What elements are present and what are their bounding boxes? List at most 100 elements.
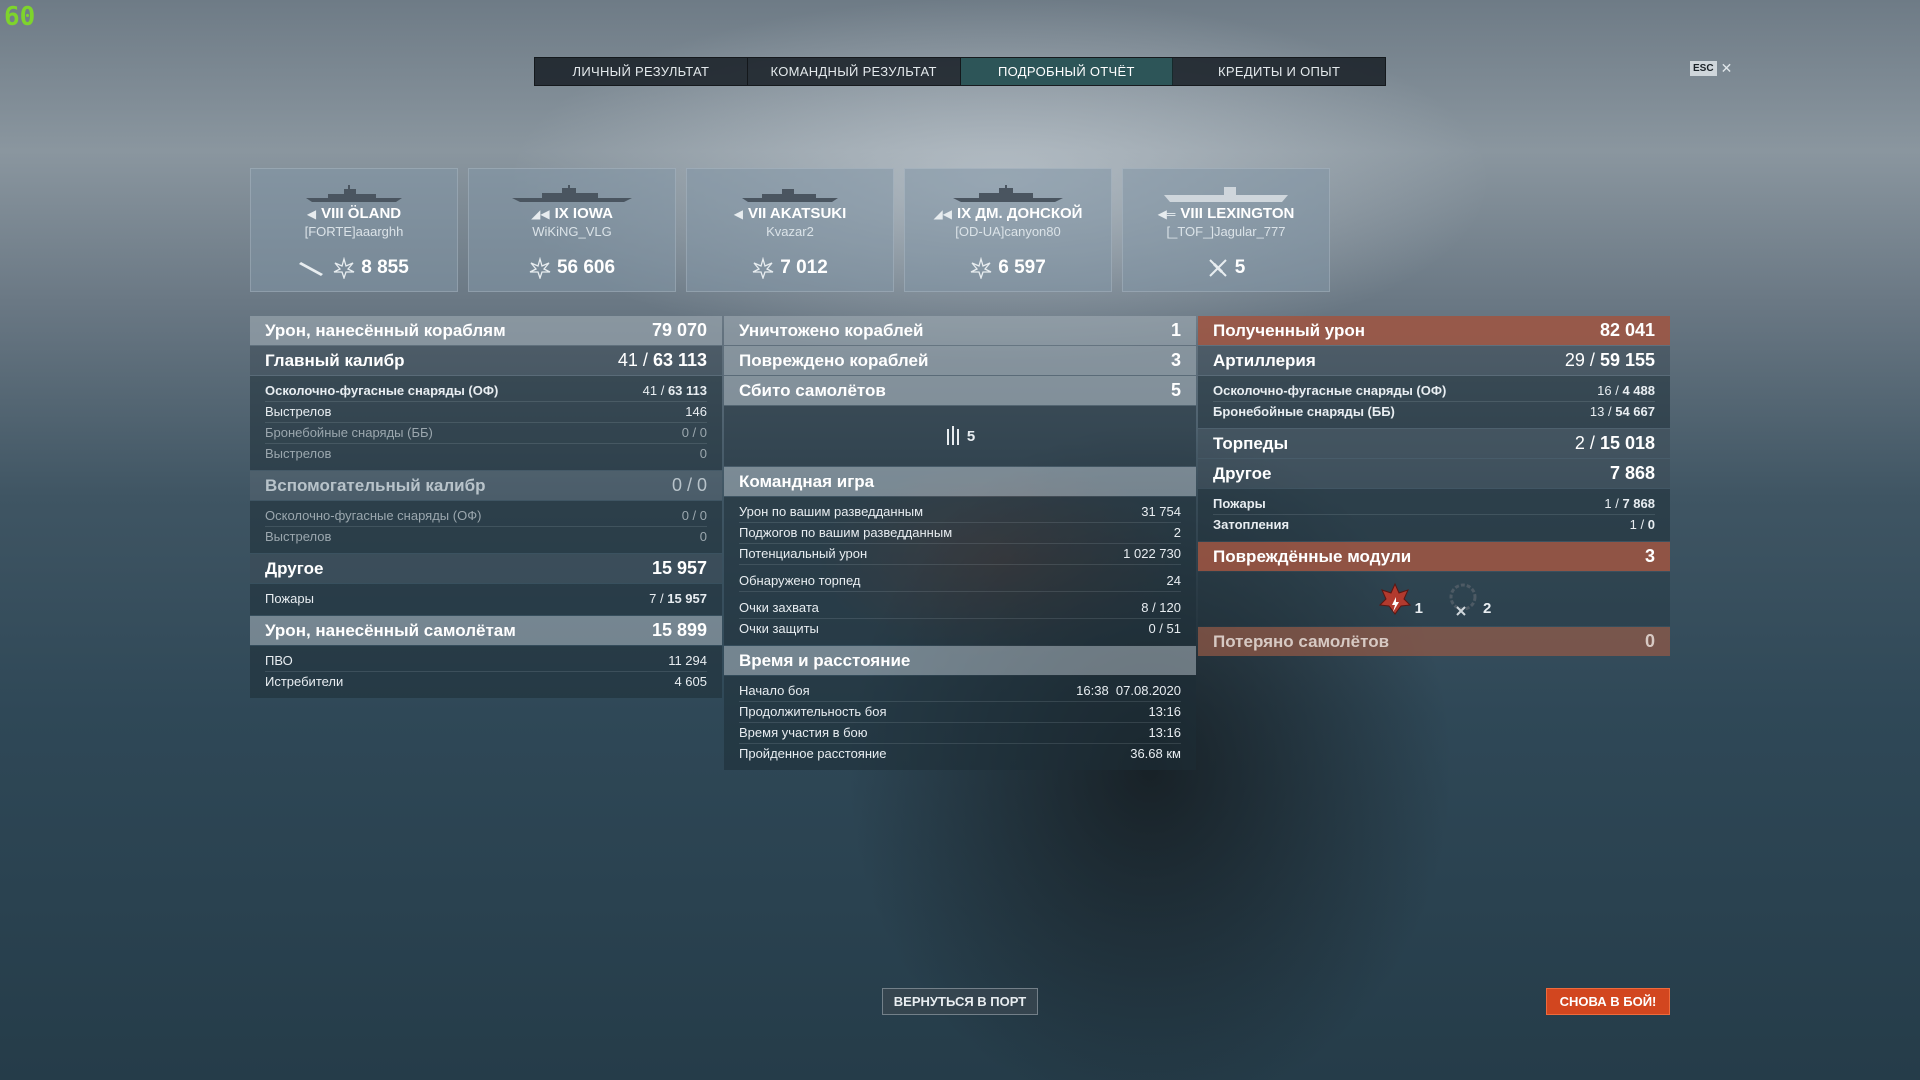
stat-row: ПВО 11 294 bbox=[265, 651, 707, 672]
ship-silhouette-icon bbox=[742, 189, 838, 202]
stat-row: Поджогов по вашим разведданным 2 bbox=[739, 523, 1181, 544]
ship-name: IX IOWA bbox=[554, 205, 613, 222]
ship-card[interactable]: ◢◀ IX ДМ. ДОНСКОЙ [OD-UA]canyon80 6 597 bbox=[904, 168, 1112, 292]
module-destroyed-icon bbox=[1449, 583, 1477, 616]
stat-row: Истребители 4 605 bbox=[265, 674, 707, 689]
stat-row: Начало боя 16:38 07.08.2020 bbox=[739, 681, 1181, 702]
team-play-details: Урон по вашим разведданным 31 754 Поджого… bbox=[724, 497, 1196, 645]
damage-dealt-panel: Урон, нанесённый кораблям 79 070 Главный … bbox=[250, 316, 722, 699]
damage-to-planes-details: ПВО 11 294 Истребители 4 605 bbox=[250, 646, 722, 698]
tab-credits-xp[interactable]: КРЕДИТЫ И ОПЫТ bbox=[1173, 58, 1385, 85]
damage-explosion-icon bbox=[529, 257, 551, 279]
module-item: 1 bbox=[1377, 581, 1423, 617]
ship-silhouette-icon bbox=[306, 185, 402, 202]
ship-name: VIII ÖLAND bbox=[321, 205, 402, 222]
stat-row: Очки захвата 8 / 120 bbox=[739, 598, 1181, 619]
damage-explosion-icon bbox=[752, 257, 774, 279]
ship-silhouette-icon bbox=[512, 185, 632, 202]
close-button[interactable]: ESC ✕ bbox=[1690, 60, 1732, 77]
damage-received-header: Полученный урон 82 041 bbox=[1198, 316, 1670, 345]
player-name: [FORTE]aaarghh bbox=[304, 224, 404, 239]
ship-silhouette-icon bbox=[953, 185, 1063, 202]
ship-name: IX ДМ. ДОНСКОЙ bbox=[956, 205, 1083, 222]
torpedo-icon bbox=[299, 262, 324, 276]
stat-row: Потенциальный урон 1 022 730 bbox=[739, 544, 1181, 565]
tab-personal-result[interactable]: ЛИЧНЫЙ РЕЗУЛЬТАТ bbox=[535, 58, 748, 85]
ship-planes-value: 5 bbox=[1234, 257, 1246, 278]
battleship-class-icon: ◢◀ bbox=[531, 206, 550, 221]
ship-name: VII AKATSUKI bbox=[747, 205, 847, 222]
battle-summary-panel: Уничтожено кораблей 1 Повреждено кораблей… bbox=[724, 316, 1196, 771]
ship-damage-value: 7 012 bbox=[780, 257, 828, 278]
ship-card[interactable]: ◢◀ IX IOWA WiKiNG_VLG 56 606 bbox=[468, 168, 676, 292]
other-received-details: Пожары 1 / 7 868 Затопления 1 / 0 bbox=[1198, 489, 1670, 541]
stat-row: Пройденное расстояние 36.68 км bbox=[739, 746, 1181, 761]
planes-lost-header: Потеряно самолётов 0 bbox=[1198, 627, 1670, 656]
time-distance-header: Время и расстояние bbox=[724, 646, 1196, 675]
ship-damage-value: 8 855 bbox=[361, 257, 409, 278]
planes-shot-down-header: Сбито самолётов 5 bbox=[724, 376, 1196, 405]
tab-detailed-report[interactable]: ПОДРОБНЫЙ ОТЧЁТ bbox=[960, 58, 1174, 85]
module-item: 2 bbox=[1445, 581, 1491, 617]
stat-row: Пожары 7 / 15 957 bbox=[265, 591, 707, 606]
close-icon: ✕ bbox=[1720, 60, 1733, 76]
result-tabs: ЛИЧНЫЙ РЕЗУЛЬТАТ КОМАНДНЫЙ РЕЗУЛЬТАТ ПОД… bbox=[534, 57, 1386, 86]
secondary-battery-header: Вспомогательный калибр 0 / 0 bbox=[250, 471, 722, 500]
artillery-details: Осколочно-фугасные снаряды (ОФ) 16 / 4 48… bbox=[1198, 376, 1670, 428]
stat-row: Обнаружено торпед 24 bbox=[739, 571, 1181, 592]
stat-row: Затопления 1 / 0 bbox=[1213, 517, 1655, 532]
damage-received-panel: Полученный урон 82 041 Артиллерия 29 / 59 … bbox=[1198, 316, 1670, 657]
stat-row: Продолжительность боя 13:16 bbox=[739, 702, 1181, 723]
main-battery-details: Осколочно-фугасные снаряды (ОФ) 41 / 63 1… bbox=[250, 376, 722, 470]
damage-explosion-icon bbox=[970, 257, 992, 279]
stat-row: Осколочно-фугасные снаряды (ОФ) 0 / 0 bbox=[265, 506, 707, 527]
player-name: [_TOF_]Jagular_777 bbox=[1166, 224, 1286, 239]
stat-row: Осколочно-фугасные снаряды (ОФ) 41 / 63 1… bbox=[265, 381, 707, 402]
player-name: [OD-UA]canyon80 bbox=[955, 224, 1061, 239]
ship-name: VIII LEXINGTON bbox=[1180, 205, 1295, 222]
main-battery-header: Главный калибр 41 / 63 113 bbox=[250, 346, 722, 375]
damaged-modules-icons: 1 2 bbox=[1198, 572, 1670, 626]
ship-card[interactable]: ◀ VII AKATSUKI Kvazar2 7 012 bbox=[686, 168, 894, 292]
return-to-port-button[interactable]: ВЕРНУТЬСЯ В ПОРТ bbox=[882, 988, 1038, 1015]
cruiser-class-icon: ◢◀ bbox=[933, 206, 952, 221]
stat-row: Урон по вашим разведданным 31 754 bbox=[739, 502, 1181, 523]
damage-to-ships-header: Урон, нанесённый кораблям 79 070 bbox=[250, 316, 722, 345]
ships-damaged-header: Повреждено кораблей 3 bbox=[724, 346, 1196, 375]
player-name: WiKiNG_VLG bbox=[532, 224, 612, 239]
stat-row: Пожары 1 / 7 868 bbox=[1213, 494, 1655, 515]
stat-row: Очки защиты 0 / 51 bbox=[739, 621, 1181, 636]
stat-row: Осколочно-фугасные снаряды (ОФ) 16 / 4 48… bbox=[1213, 381, 1655, 402]
esc-key-icon: ESC bbox=[1690, 61, 1717, 76]
damage-to-planes-header: Урон, нанесённый самолётам 15 899 bbox=[250, 616, 722, 645]
destroyer-class-icon: ◀ bbox=[733, 206, 743, 221]
time-distance-details: Начало боя 16:38 07.08.2020 Продолжительн… bbox=[724, 676, 1196, 770]
ship-silhouette-icon bbox=[1164, 187, 1288, 202]
stat-row: Время участия в бою 13:16 bbox=[739, 723, 1181, 744]
aircraft-carrier-class-icon: ◀═ bbox=[1157, 206, 1176, 221]
fire-incapacitated-icon bbox=[1378, 582, 1411, 615]
ribbon-ships: ◀ VIII ÖLAND [FORTE]aaarghh 8 855 ◢◀ IX IO… bbox=[250, 168, 1330, 292]
stat-row: Бронебойные снаряды (ББ) 13 / 54 667 bbox=[1213, 404, 1655, 419]
planes-shot-down-detail: 5 bbox=[724, 406, 1196, 466]
aa-plane-icon bbox=[946, 426, 959, 445]
ship-damage-value: 6 597 bbox=[998, 257, 1046, 278]
ship-card[interactable]: ◀ VIII ÖLAND [FORTE]aaarghh 8 855 bbox=[250, 168, 458, 292]
tab-team-result[interactable]: КОМАНДНЫЙ РЕЗУЛЬТАТ bbox=[748, 58, 961, 85]
secondary-battery-details: Осколочно-фугасные снаряды (ОФ) 0 / 0 Выс… bbox=[250, 501, 722, 553]
other-received-header: Другое 7 868 bbox=[1198, 459, 1670, 488]
stat-row: Выстрелов 0 bbox=[265, 529, 707, 544]
artillery-header: Артиллерия 29 / 59 155 bbox=[1198, 346, 1670, 375]
ship-card[interactable]: ◀═ VIII LEXINGTON [_TOF_]Jagular_777 5 bbox=[1122, 168, 1330, 292]
damage-explosion-icon bbox=[333, 257, 355, 279]
stat-row: Выстрелов 146 bbox=[265, 402, 707, 423]
stat-row: Бронебойные снаряды (ББ) 0 / 0 bbox=[265, 423, 707, 444]
other-damage-header: Другое 15 957 bbox=[250, 554, 722, 583]
stat-row: Выстрелов 0 bbox=[265, 446, 707, 461]
fps-counter: 60 bbox=[4, 2, 36, 32]
other-damage-details: Пожары 7 / 15 957 bbox=[250, 584, 722, 615]
ships-destroyed-header: Уничтожено кораблей 1 bbox=[724, 316, 1196, 345]
battle-again-button[interactable]: СНОВА В БОЙ! bbox=[1546, 988, 1670, 1015]
cruiser-class-icon: ◀ bbox=[306, 206, 317, 221]
damaged-modules-header: Повреждённые модули 3 bbox=[1198, 542, 1670, 571]
